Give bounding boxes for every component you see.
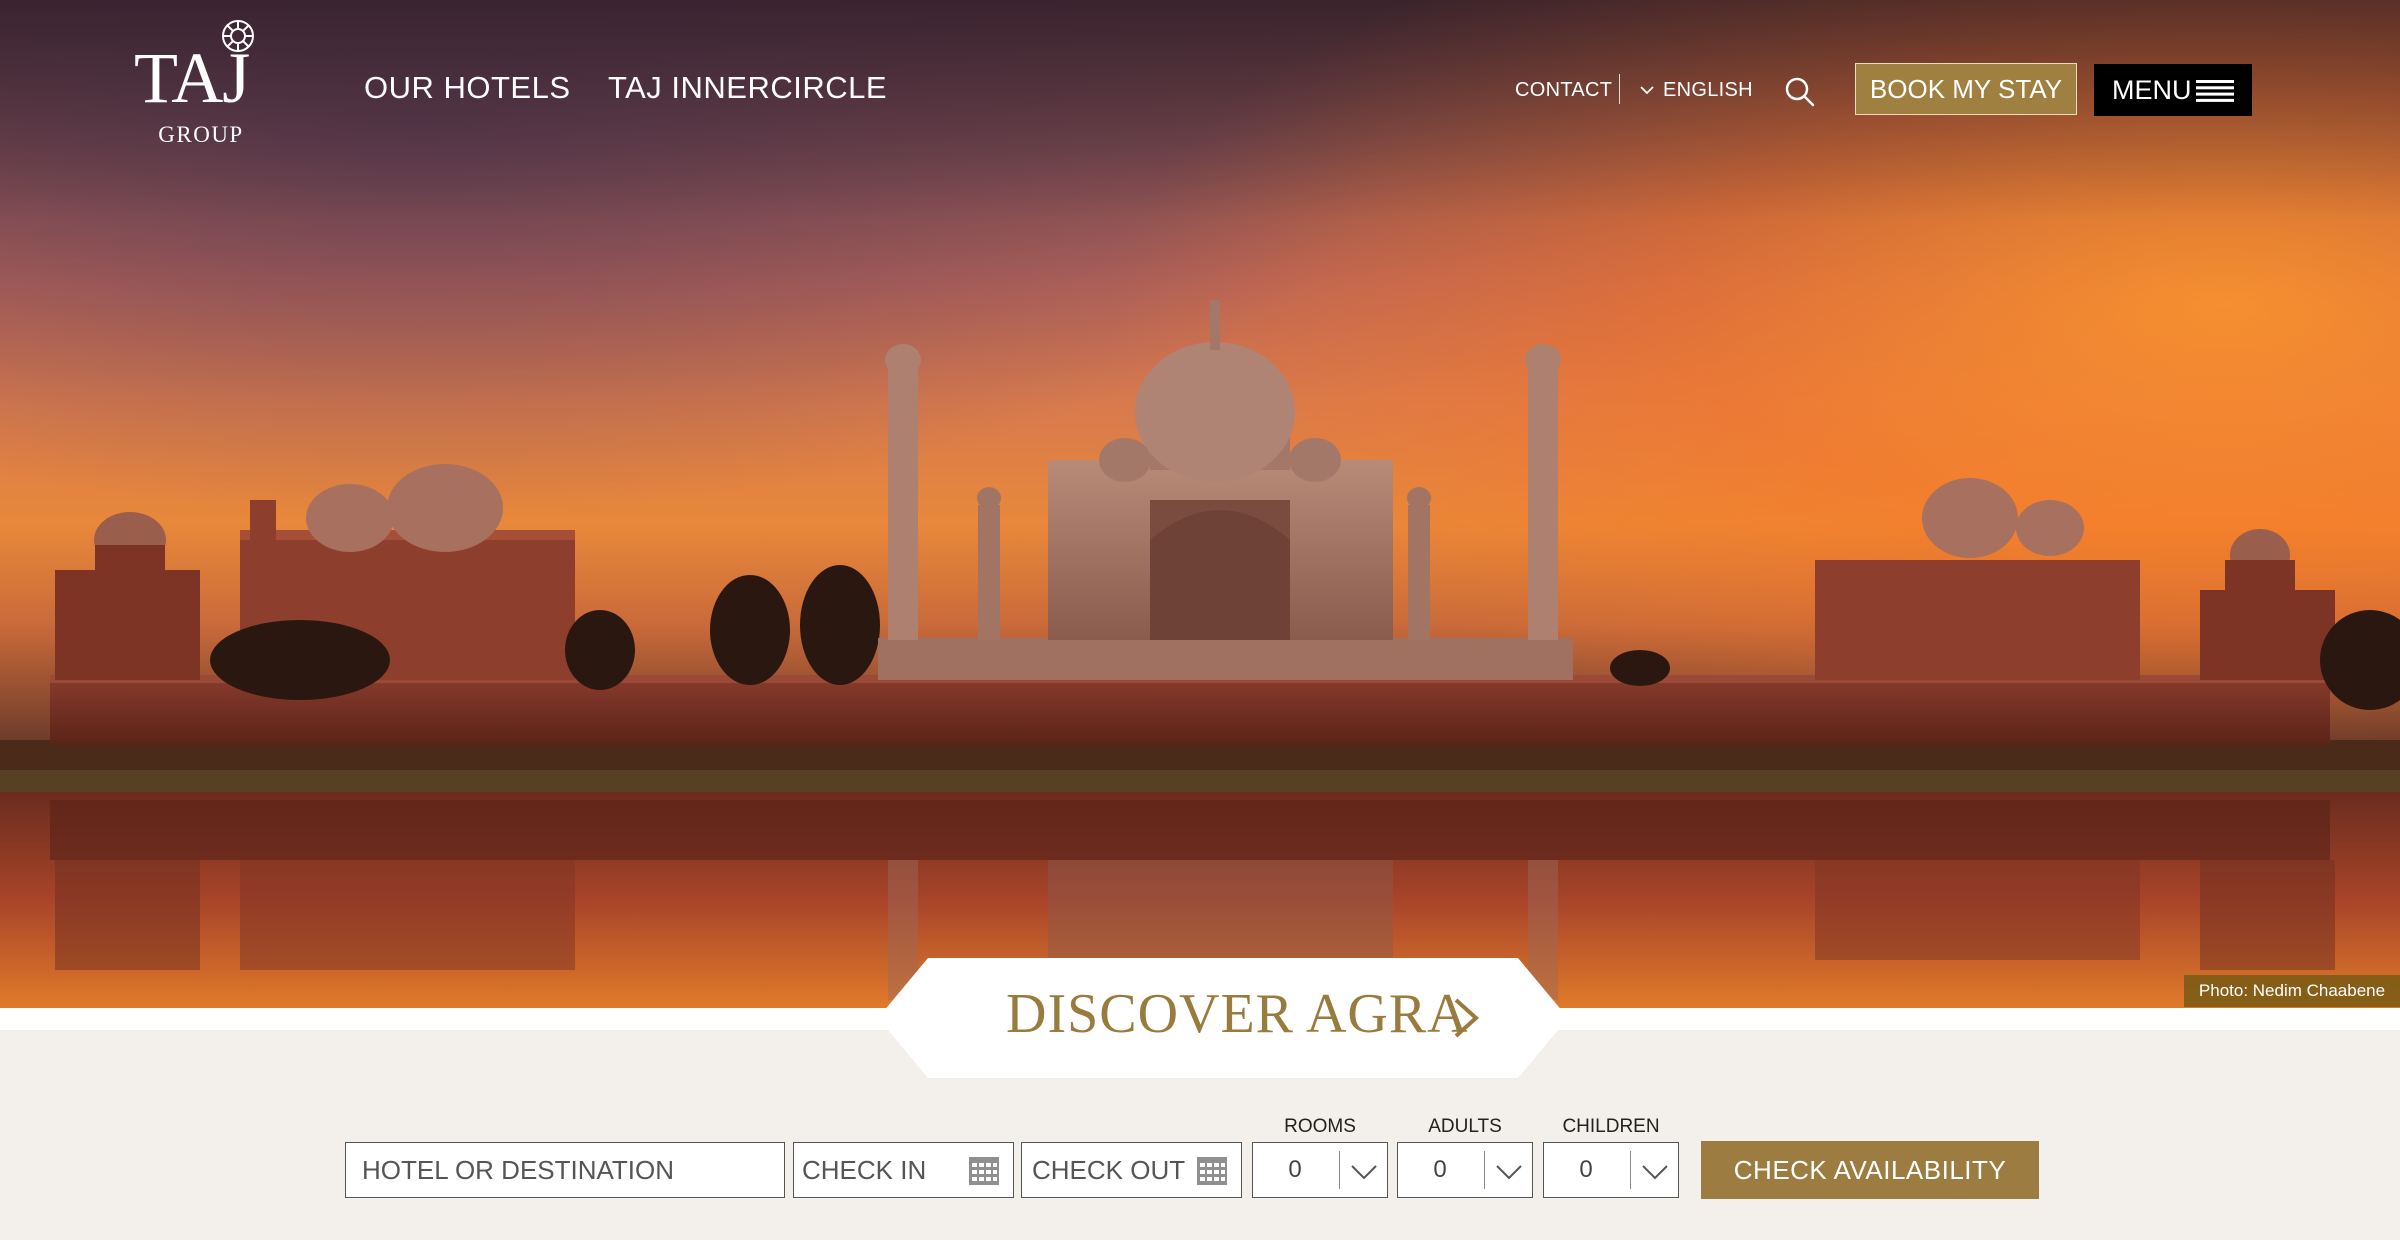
check-availability-button[interactable]: CHECK AVAILABILITY bbox=[1701, 1141, 2039, 1199]
chevron-right-icon[interactable] bbox=[1448, 996, 1484, 1040]
chevron-down-icon[interactable] bbox=[1349, 1157, 1379, 1185]
adults-select[interactable]: 0 bbox=[1397, 1142, 1533, 1198]
hero-image bbox=[0, 0, 2400, 1008]
search-icon[interactable] bbox=[1784, 76, 1816, 108]
hamburger-icon bbox=[2196, 80, 2234, 102]
chevron-down-icon[interactable] bbox=[1494, 1157, 1524, 1185]
adults-label: ADULTS bbox=[1428, 1116, 1502, 1137]
contact-link[interactable]: CONTACT bbox=[1515, 79, 1612, 102]
book-my-stay-button[interactable]: BOOK MY STAY bbox=[1855, 63, 2077, 115]
rooms-select[interactable]: 0 bbox=[1252, 1142, 1388, 1198]
logo-subtitle: GROUP bbox=[158, 122, 244, 147]
menu-label: MENU bbox=[2112, 75, 2192, 105]
rooms-value: 0 bbox=[1288, 1156, 1302, 1183]
destination-placeholder: HOTEL OR DESTINATION bbox=[362, 1155, 675, 1185]
adults-value: 0 bbox=[1433, 1156, 1447, 1183]
children-select[interactable]: 0 bbox=[1543, 1142, 1679, 1198]
check-out-field[interactable]: CHECK OUT bbox=[1021, 1142, 1242, 1198]
check-in-placeholder: CHECK IN bbox=[802, 1155, 927, 1185]
logo-wordmark: TAJ bbox=[134, 38, 250, 118]
nav-our-hotels[interactable]: OUR HOTELS bbox=[364, 70, 571, 106]
chevron-down-icon[interactable] bbox=[1640, 1157, 1670, 1185]
check-in-field[interactable]: CHECK IN bbox=[793, 1142, 1014, 1198]
calendar-icon[interactable] bbox=[1197, 1157, 1227, 1185]
utility-divider bbox=[1619, 74, 1620, 104]
discover-agra-link[interactable]: DISCOVER AGRA bbox=[1006, 982, 1486, 1046]
children-value: 0 bbox=[1579, 1156, 1593, 1183]
children-label: CHILDREN bbox=[1562, 1116, 1660, 1137]
calendar-icon[interactable] bbox=[969, 1157, 999, 1185]
taj-group-logo[interactable]: TAJ GROUP bbox=[134, 18, 264, 150]
check-out-placeholder: CHECK OUT bbox=[1032, 1155, 1186, 1185]
rooms-label: ROOMS bbox=[1284, 1116, 1356, 1137]
menu-button[interactable]: MENU bbox=[2094, 64, 2252, 116]
destination-input[interactable]: HOTEL OR DESTINATION bbox=[345, 1142, 785, 1198]
photo-credit: Photo: Nedim Chaabene bbox=[2184, 975, 2400, 1007]
chevron-down-icon[interactable] bbox=[1640, 83, 1654, 97]
nav-taj-innercircle[interactable]: TAJ INNERCIRCLE bbox=[608, 70, 887, 106]
language-selector[interactable]: ENGLISH bbox=[1663, 79, 1753, 102]
